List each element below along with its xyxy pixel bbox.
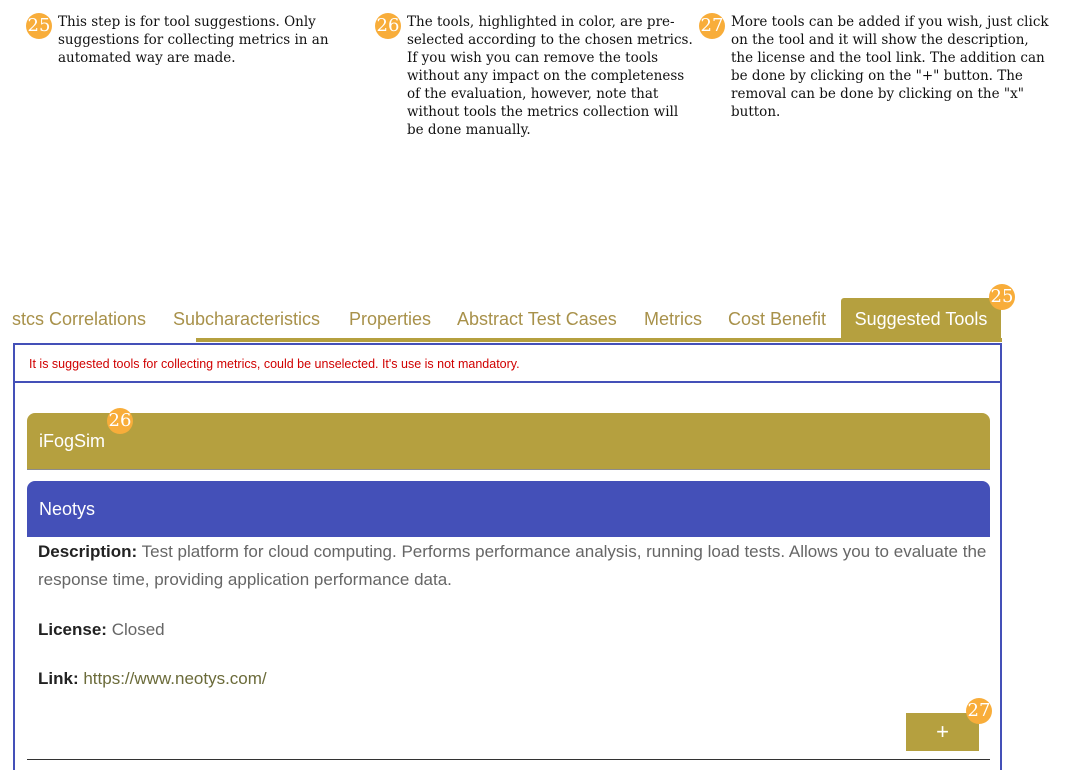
tool-license: License: Closed <box>38 616 165 644</box>
tool-item-ifogsim[interactable]: iFogSim <box>27 413 990 469</box>
step-badge: 27 <box>699 13 725 39</box>
suggested-tools-panel: It is suggested tools for collecting met… <box>13 343 1002 770</box>
tab-cost-benefit[interactable]: Cost Benefit <box>716 298 838 338</box>
wizard-tab-bar: stcs Correlations Subcharacteristics Pro… <box>0 298 1081 340</box>
annotation-text: The tools, highlighted in color, are pre… <box>407 14 693 138</box>
step-badge-26: 26 <box>107 408 133 434</box>
annotation-text: More tools can be added if you wish, jus… <box>731 14 1049 120</box>
tool-name: Neotys <box>39 499 96 519</box>
description-label: Description: <box>38 542 138 561</box>
tool-name: iFogSim <box>39 431 106 451</box>
link-value[interactable]: https://www.neotys.com/ <box>83 669 266 688</box>
tab-metrics[interactable]: Metrics <box>632 298 714 338</box>
tab-properties[interactable]: Properties <box>337 298 443 338</box>
tab-underline <box>196 338 1002 342</box>
tab-suggested-tools[interactable]: Suggested Tools <box>841 298 1001 338</box>
divider <box>27 469 990 470</box>
step-badge-25: 25 <box>989 284 1015 310</box>
tab-subcharacteristics[interactable]: Subcharacteristics <box>161 298 332 338</box>
annotation-text: This step is for tool suggestions. Only … <box>58 14 329 66</box>
tool-description: Description: Test platform for cloud com… <box>38 538 988 594</box>
license-label: License: <box>38 620 107 639</box>
tab-characteristics-correlations[interactable]: stcs Correlations <box>0 298 158 338</box>
description-value: Test platform for cloud computing. Perfo… <box>38 542 987 589</box>
link-label: Link: <box>38 669 79 688</box>
notice-bar: It is suggested tools for collecting met… <box>15 345 1000 383</box>
tool-link: Link: https://www.neotys.com/ <box>38 665 267 693</box>
step-badge: 25 <box>26 13 52 39</box>
step-badge-27: 27 <box>966 698 992 724</box>
license-value: Closed <box>111 620 165 639</box>
divider <box>27 759 990 760</box>
step-badge: 26 <box>375 13 401 39</box>
tool-item-neotys[interactable]: Neotys <box>27 481 990 537</box>
tab-abstract-test-cases[interactable]: Abstract Test Cases <box>445 298 629 338</box>
notice-message: It is suggested tools for collecting met… <box>29 357 520 371</box>
